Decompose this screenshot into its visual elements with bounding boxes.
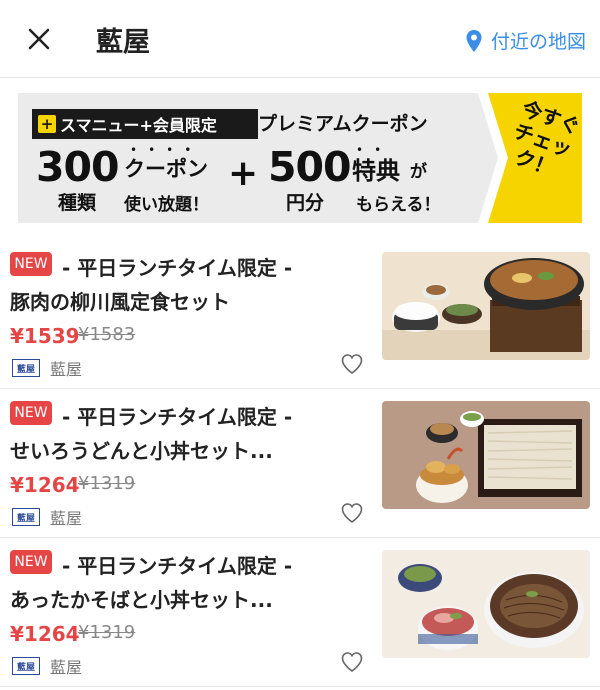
item-original-price: ¥1319 xyxy=(78,473,136,494)
unlimited-label: 使い放題！ xyxy=(124,195,209,215)
benefit-suffix: が xyxy=(410,162,427,182)
member-only-label: スマニュー+会員限定 xyxy=(60,116,217,135)
shop-logo: 藍屋 xyxy=(12,508,40,526)
item-name-line-2: 豚肉の柳川風定食セット xyxy=(10,290,230,314)
heart-icon[interactable] xyxy=(340,650,364,674)
shop-name: 藍屋 xyxy=(50,360,83,379)
benefit-label: 特典 xyxy=(352,157,400,185)
list-item[interactable]: NEW - 平日ランチタイム限定 - あったかそばと小丼セット... ¥1264… xyxy=(0,538,600,687)
premium-coupon-title: プレミアムクーポン xyxy=(258,113,428,135)
shop-name: 藍屋 xyxy=(50,509,83,528)
benefit-amount-unit: 円分 xyxy=(286,192,325,214)
new-badge: NEW xyxy=(10,252,52,276)
shop-logo: 藍屋 xyxy=(12,657,40,675)
receive-label: もらえる！ xyxy=(356,195,441,215)
page-title: 藍屋 xyxy=(96,27,150,58)
new-badge: NEW xyxy=(10,401,52,425)
item-name-line-2: あったかそばと小丼セット... xyxy=(10,588,273,612)
heart-icon[interactable] xyxy=(340,501,364,525)
shop-link[interactable]: 藍屋 藍屋 xyxy=(12,654,82,678)
item-name-line-1: - 平日ランチタイム限定 - xyxy=(62,554,293,578)
benefit-amount: 500 xyxy=(268,143,352,191)
coupon-count-unit: 種類 xyxy=(58,192,97,214)
food-photo-pork-yanagawa xyxy=(382,252,590,360)
item-original-price: ¥1319 xyxy=(78,622,136,643)
item-original-price: ¥1583 xyxy=(78,324,136,345)
plus-sign: + xyxy=(228,153,259,194)
shop-name: 藍屋 xyxy=(50,658,83,677)
coupon-count: 300 xyxy=(36,143,120,191)
shop-link[interactable]: 藍屋 藍屋 xyxy=(12,505,82,529)
app-header: 藍屋 付近の地図 xyxy=(0,0,600,78)
item-price: ¥1539 xyxy=(10,324,80,348)
shop-link[interactable]: 藍屋 藍屋 xyxy=(12,356,82,380)
shop-logo: 藍屋 xyxy=(12,359,40,377)
food-photo-warm-soba xyxy=(382,550,590,658)
map-link-label: 付近の地図 xyxy=(490,31,586,53)
plus-icon: + xyxy=(38,115,56,133)
premium-coupon-banner[interactable]: + スマニュー+会員限定 プレミアムクーポン 300 •••• クーポン 種類 … xyxy=(18,93,583,223)
new-badge: NEW xyxy=(10,550,52,574)
heart-icon[interactable] xyxy=(340,352,364,376)
item-price: ¥1264 xyxy=(10,473,80,497)
close-icon[interactable] xyxy=(22,22,56,56)
list-item[interactable]: NEW - 平日ランチタイム限定 - せいろうどんと小丼セット... ¥1264… xyxy=(0,389,600,538)
item-name-line-1: - 平日ランチタイム限定 - xyxy=(62,256,293,280)
item-price: ¥1264 xyxy=(10,622,80,646)
nearby-map-link[interactable]: 付近の地図 xyxy=(465,27,586,54)
list-item[interactable]: NEW - 平日ランチタイム限定 - 豚肉の柳川風定食セット ¥1539 ¥15… xyxy=(0,240,600,389)
location-pin-icon xyxy=(466,29,482,52)
member-only-tag: + スマニュー+会員限定 xyxy=(32,109,258,139)
item-name-line-1: - 平日ランチタイム限定 - xyxy=(62,405,293,429)
food-photo-seiro-udon xyxy=(382,401,590,509)
coupon-label: クーポン xyxy=(124,157,208,181)
item-name-line-2: せいろうどんと小丼セット... xyxy=(10,439,273,463)
